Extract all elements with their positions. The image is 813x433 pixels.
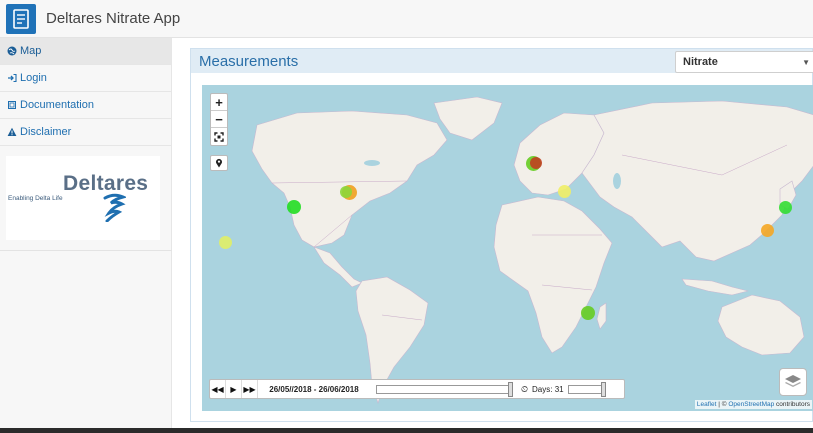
brand-tagline: Enabling Delta Life	[8, 195, 63, 202]
measurement-marker[interactable]	[287, 200, 301, 214]
brand-logo: Deltares Enabling Delta Life	[6, 156, 160, 240]
time-slider-handle[interactable]	[508, 381, 513, 397]
measurement-marker[interactable]	[530, 157, 542, 169]
zoom-out-button[interactable]: −	[211, 111, 227, 128]
date-range: 26/05//2018 - 26/06/2018	[269, 384, 359, 394]
attribution-suffix: contributors	[774, 401, 810, 408]
rewind-button[interactable]: ◀◀	[210, 380, 226, 398]
location-pin-icon	[216, 158, 222, 168]
app-logo-icon[interactable]	[6, 3, 36, 34]
time-slider[interactable]	[376, 381, 513, 397]
zoom-control: + −	[210, 93, 228, 146]
panel-title: Measurements	[199, 52, 299, 70]
warning-icon	[6, 127, 17, 138]
caret-down-icon: ▼	[802, 58, 810, 67]
parameter-select[interactable]: Nitrate ▼	[675, 51, 813, 73]
fast-forward-icon: ▶▶	[243, 384, 256, 394]
locate-button[interactable]	[210, 155, 228, 171]
days-slider-handle[interactable]	[600, 381, 606, 397]
deltares-wave-icon	[103, 193, 126, 222]
sidebar-item-label: Login	[20, 72, 47, 84]
map-tiles	[251, 96, 813, 404]
sidebar-item-disclaimer[interactable]: Disclaimer	[0, 119, 171, 146]
time-player: ◀◀ ▶ ▶▶ 26/05//2018 - 26/06/2018 ⏲ Days:…	[209, 379, 625, 399]
globe-icon	[6, 46, 17, 57]
measurement-marker[interactable]	[778, 200, 792, 214]
measurements-panel: Measurements Nitrate ▼ + − ◀◀ ▶ ▶▶ 26/05…	[190, 48, 813, 422]
map-attribution: Leaflet | © OpenStreetMap contributors	[694, 400, 812, 409]
measurement-marker[interactable]	[340, 186, 352, 198]
layers-icon	[785, 375, 801, 387]
sidebar-divider	[0, 250, 172, 251]
sidebar-item-login[interactable]: Login	[0, 65, 171, 92]
measurement-marker[interactable]	[581, 306, 595, 320]
rewind-icon: ◀◀	[211, 384, 224, 394]
sidebar-item-label: Disclaimer	[20, 126, 72, 138]
layers-button[interactable]	[779, 368, 807, 396]
sidebar: Map Login Documentation Disclaimer Delta…	[0, 38, 172, 433]
sidebar-item-map[interactable]: Map	[0, 38, 171, 65]
days-slider[interactable]	[567, 381, 606, 397]
sidebar-item-label: Map	[20, 45, 42, 57]
sidebar-item-label: Documentation	[20, 99, 94, 111]
measurement-marker[interactable]	[218, 235, 232, 249]
attribution-separator: | ©	[716, 401, 729, 408]
login-icon	[6, 73, 17, 84]
panel-header: Measurements Nitrate ▼	[191, 49, 813, 73]
leaflet-link[interactable]: Leaflet	[697, 401, 717, 408]
measurement-marker[interactable]	[760, 223, 774, 237]
play-button[interactable]: ▶	[226, 380, 242, 398]
zoom-in-button[interactable]: +	[211, 94, 227, 111]
measurement-marker[interactable]	[557, 184, 571, 198]
sidebar-item-documentation[interactable]: Documentation	[0, 92, 171, 119]
book-icon	[6, 100, 17, 111]
fullscreen-icon	[214, 131, 224, 142]
app-title: Deltares Nitrate App	[46, 10, 181, 27]
play-icon: ▶	[230, 384, 237, 394]
top-bar: Deltares Nitrate App	[0, 0, 813, 38]
osm-link[interactable]: OpenStreetMap	[728, 401, 774, 408]
fullscreen-button[interactable]	[211, 128, 227, 145]
days-label: Days: 31	[532, 384, 564, 394]
world-map[interactable]: + − ◀◀ ▶ ▶▶ 26/05//2018 - 26/06/2018 ⏲ D…	[202, 85, 813, 411]
parameter-select-value: Nitrate	[683, 56, 718, 68]
clock-icon: ⏲	[521, 383, 529, 394]
forward-button[interactable]: ▶▶	[242, 380, 258, 398]
bottom-bar	[0, 428, 813, 433]
